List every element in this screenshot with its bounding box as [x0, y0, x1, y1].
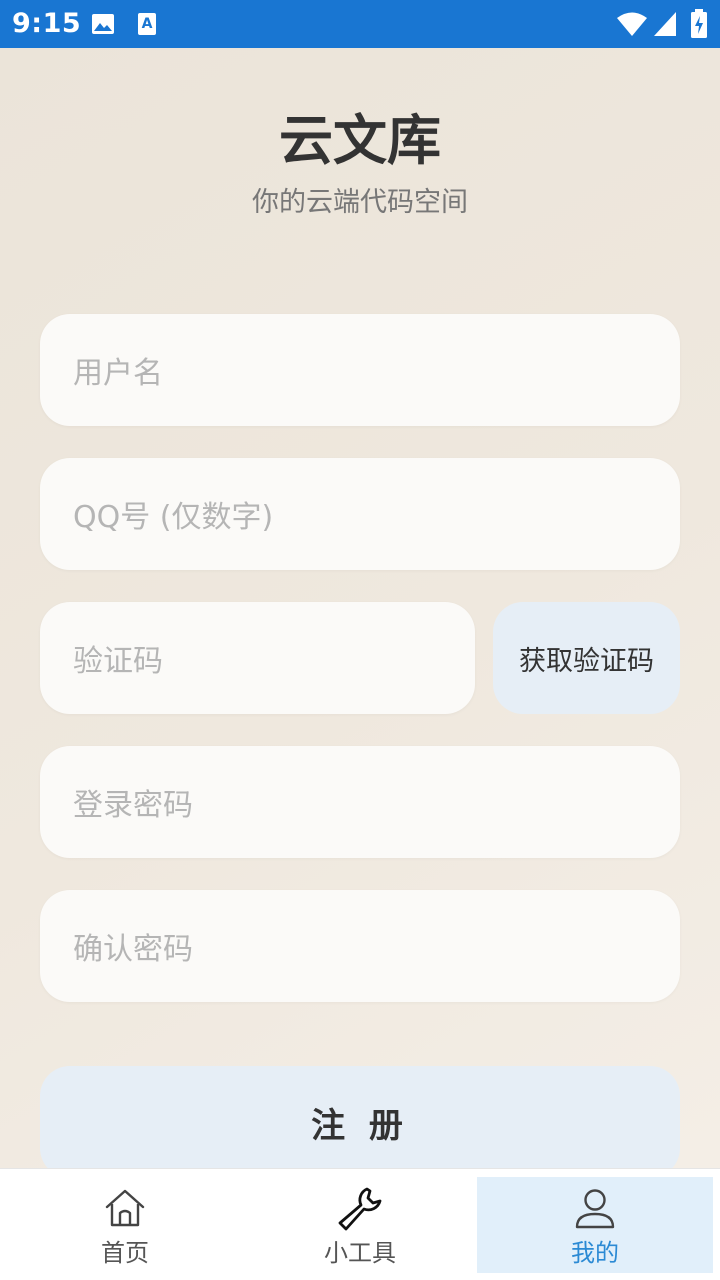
tab-home-label: 首页: [101, 1239, 149, 1267]
get-code-label: 获取验证码: [519, 645, 654, 677]
status-time: 9:15: [12, 8, 82, 39]
qq-placeholder: QQ号 (仅数字): [73, 500, 274, 535]
get-code-button[interactable]: 获取验证码: [493, 602, 680, 714]
wifi-icon: [617, 12, 647, 36]
image-icon: [92, 14, 114, 34]
password-placeholder: 登录密码: [73, 788, 193, 823]
password-input[interactable]: 登录密码: [40, 746, 680, 858]
svg-text:A: A: [142, 16, 153, 32]
app-subtitle: 你的云端代码空间: [252, 187, 468, 218]
battery-charging-icon: [691, 9, 707, 38]
username-input[interactable]: 用户名: [40, 314, 680, 426]
qq-input[interactable]: QQ号 (仅数字): [40, 458, 680, 570]
tab-home[interactable]: 首页: [7, 1177, 243, 1273]
verification-code-input[interactable]: 验证码: [40, 602, 475, 714]
tab-tools[interactable]: 小工具: [242, 1177, 478, 1273]
confirm-password-input[interactable]: 确认密码: [40, 890, 680, 1002]
wrench-icon: [338, 1187, 382, 1231]
user-icon: [575, 1189, 615, 1229]
register-page: 云文库 你的云端代码空间 用户名 QQ号 (仅数字) 验证码 获取验证码 登录密…: [0, 48, 720, 1168]
signal-icon: [654, 12, 676, 36]
tab-mine[interactable]: 我的: [477, 1177, 713, 1273]
register-label: 注 册: [311, 1105, 409, 1146]
text-a-icon: A: [138, 13, 156, 35]
tab-tools-label: 小工具: [324, 1239, 396, 1267]
app-title: 云文库: [279, 109, 441, 172]
home-icon: [105, 1189, 145, 1227]
tab-mine-label: 我的: [571, 1239, 619, 1267]
username-placeholder: 用户名: [73, 356, 163, 391]
bottom-tab-bar: 首页 小工具 我的: [0, 1168, 720, 1280]
status-bar: 9:15 A: [0, 0, 720, 48]
register-button[interactable]: 注 册: [40, 1066, 680, 1168]
confirm-password-placeholder: 确认密码: [73, 932, 193, 967]
verification-code-placeholder: 验证码: [73, 644, 163, 679]
